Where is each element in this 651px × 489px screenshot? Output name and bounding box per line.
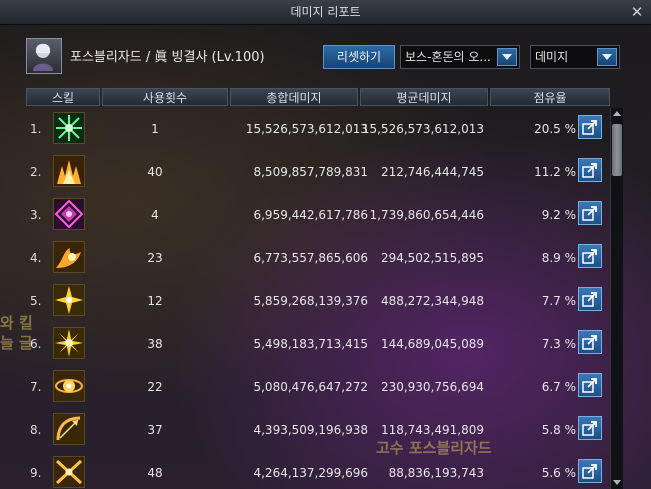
metric-dropdown[interactable]: 데미지: [530, 45, 620, 69]
row-total-damage: 5,080,476,647,272: [253, 380, 368, 394]
reset-button[interactable]: 리셋하기: [323, 45, 395, 69]
row-share: 7.7 %: [541, 294, 576, 308]
row-average-damage: 230,930,756,694: [380, 380, 484, 394]
table-row: 8. 37 4,393,509,196,938 118,743,491,809 …: [26, 409, 610, 451]
share-export-icon[interactable]: [578, 201, 602, 225]
share-export-icon[interactable]: [578, 416, 602, 440]
metric-dropdown-value: 데미지: [535, 50, 569, 64]
row-total-damage: 6,773,557,865,606: [253, 251, 368, 265]
star-flare-icon: [53, 284, 85, 316]
row-share: 6.7 %: [541, 380, 576, 394]
chevron-down-icon[interactable]: [597, 48, 617, 66]
row-uses: 1: [151, 122, 159, 136]
row-total-damage: 4,393,509,196,938: [253, 423, 368, 437]
character-info: 포스블리자드 / 眞 빙결사 (Lv.100): [70, 50, 265, 65]
table-row: 1. 1 15,526,573,612,013 15,526,573,612,0…: [26, 108, 610, 150]
column-header-total-damage[interactable]: 총합데미지: [230, 88, 358, 106]
row-share: 11.2 %: [534, 165, 576, 179]
share-export-icon[interactable]: [578, 459, 602, 483]
sun-burst-icon: [53, 327, 85, 359]
row-average-damage: 294,502,515,895: [380, 251, 484, 265]
scrollbar[interactable]: [610, 108, 623, 489]
table-row: 2. 40 8,509,857,789,831 212,746,444,745 …: [26, 151, 610, 193]
row-rank: 9.: [30, 466, 42, 480]
row-average-damage: 15,526,573,612,013: [361, 122, 484, 136]
target-dropdown-value: 보스-혼돈의 오...: [405, 50, 491, 64]
table-row: 3. 4 6,959,442,617,786 1,739,860,654,446…: [26, 194, 610, 236]
row-share: 20.5 %: [534, 122, 576, 136]
column-header-share[interactable]: 점유율: [490, 88, 610, 106]
row-uses: 48: [147, 466, 163, 480]
column-header-skill[interactable]: 스킬: [26, 88, 100, 106]
table-row: 9. 48 4,264,137,299,696 88,836,193,743 5…: [26, 452, 610, 489]
table-row: 7. 22 5,080,476,647,272 230,930,756,694 …: [26, 366, 610, 408]
target-dropdown[interactable]: 보스-혼돈의 오...: [400, 45, 520, 69]
table-row: 5. 12 5,859,268,139,376 488,272,344,948 …: [26, 280, 610, 322]
share-export-icon[interactable]: [578, 373, 602, 397]
row-uses: 37: [147, 423, 163, 437]
fire-spike-icon: [53, 155, 85, 187]
window-titlebar: 데미지 리포트 ✕: [0, 0, 651, 25]
table-row: 6. 38 5,498,183,713,415 144,689,045,089 …: [26, 323, 610, 365]
row-rank: 3.: [30, 208, 42, 222]
share-export-icon[interactable]: [578, 287, 602, 311]
row-uses: 38: [147, 337, 163, 351]
chevron-down-icon[interactable]: [497, 48, 517, 66]
row-average-damage: 212,746,444,745: [380, 165, 484, 179]
row-uses: 12: [147, 294, 163, 308]
row-average-damage: 488,272,344,948: [380, 294, 484, 308]
row-average-damage: 144,689,045,089: [380, 337, 484, 351]
scrollbar-thumb[interactable]: [612, 124, 622, 176]
row-total-damage: 15,526,573,612,013: [245, 122, 368, 136]
orb-blast-icon: [53, 370, 85, 402]
row-total-damage: 5,498,183,713,415: [253, 337, 368, 351]
row-share: 5.6 %: [541, 466, 576, 480]
green-burst-icon: [53, 112, 85, 144]
cross-slash-icon: [53, 456, 85, 488]
row-share: 7.3 %: [541, 337, 576, 351]
bow-arc-icon: [53, 413, 85, 445]
row-average-damage: 88,836,193,743: [388, 466, 484, 480]
row-uses: 23: [147, 251, 163, 265]
row-rank: 8.: [30, 423, 42, 437]
share-export-icon[interactable]: [578, 158, 602, 182]
column-header-average-damage[interactable]: 평균데미지: [360, 88, 488, 106]
magenta-diamond-icon: [53, 198, 85, 230]
flame-wave-icon: [53, 241, 85, 273]
row-uses: 40: [147, 165, 163, 179]
window-title: 데미지 리포트: [290, 5, 361, 19]
scroll-down-icon[interactable]: [611, 477, 623, 489]
share-export-icon[interactable]: [578, 115, 602, 139]
row-share: 5.8 %: [541, 423, 576, 437]
column-header-uses[interactable]: 사용횟수: [102, 88, 228, 106]
scroll-up-icon[interactable]: [611, 108, 623, 120]
row-uses: 22: [147, 380, 163, 394]
row-rank: 7.: [30, 380, 42, 394]
row-uses: 4: [151, 208, 159, 222]
row-rank: 4.: [30, 251, 42, 265]
row-rank: 1.: [30, 122, 42, 136]
row-rank: 5.: [30, 294, 42, 308]
row-total-damage: 8,509,857,789,831: [253, 165, 368, 179]
damage-table: 1. 1 15,526,573,612,013 15,526,573,612,0…: [26, 108, 610, 489]
row-total-damage: 5,859,268,139,376: [253, 294, 368, 308]
row-average-damage: 1,739,860,654,446: [369, 208, 484, 222]
row-total-damage: 6,959,442,617,786: [253, 208, 368, 222]
close-icon[interactable]: ✕: [629, 4, 645, 20]
table-row: 4. 23 6,773,557,865,606 294,502,515,895 …: [26, 237, 610, 279]
character-portrait: [26, 38, 62, 74]
row-average-damage: 118,743,491,809: [380, 423, 484, 437]
row-share: 8.9 %: [541, 251, 576, 265]
row-rank: 6.: [30, 337, 42, 351]
row-rank: 2.: [30, 165, 42, 179]
share-export-icon[interactable]: [578, 244, 602, 268]
row-total-damage: 4,264,137,299,696: [253, 466, 368, 480]
row-share: 9.2 %: [541, 208, 576, 222]
share-export-icon[interactable]: [578, 330, 602, 354]
